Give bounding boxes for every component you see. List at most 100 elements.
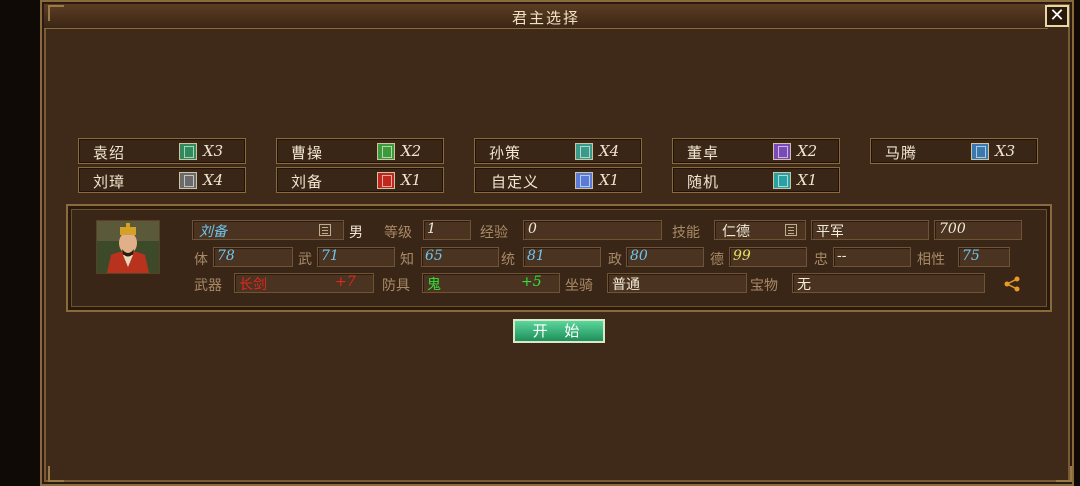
- weapon-field[interactable]: 长剑 +7: [234, 273, 374, 293]
- level-field: 1: [423, 220, 471, 240]
- banner-icon: [377, 172, 395, 189]
- stat-label: 知: [400, 252, 414, 268]
- banner-icon: [179, 172, 197, 189]
- list-icon[interactable]: [785, 224, 797, 236]
- banner-icon: [179, 143, 197, 160]
- lord-button[interactable]: 随机 X1: [672, 167, 840, 193]
- lord-button[interactable]: 董卓 X2: [672, 138, 840, 164]
- mount-value: 普通: [612, 277, 640, 293]
- stat-field: 65: [421, 247, 499, 267]
- lord-button[interactable]: 曹操 X2: [276, 138, 444, 164]
- stat-label: 武: [298, 252, 312, 268]
- window-title: 君主选择: [511, 9, 580, 27]
- lord-name: 董卓: [687, 144, 720, 162]
- stat-value: 65: [425, 248, 443, 264]
- armor-label: 防具: [382, 278, 410, 294]
- share-icon[interactable]: [1003, 276, 1021, 292]
- corner-ornament: [48, 5, 64, 21]
- troop-value: 700: [939, 221, 966, 237]
- level-label: 等级: [384, 225, 412, 241]
- lord-name: 自定义: [491, 173, 540, 191]
- armor-bonus: +5: [521, 274, 542, 290]
- stat-label: 统: [501, 252, 515, 268]
- lord-count: X1: [401, 171, 422, 189]
- lord-count: X1: [797, 171, 818, 189]
- level-value: 1: [427, 221, 436, 237]
- stat-label: 德: [710, 252, 724, 268]
- right-edge: [1074, 0, 1080, 486]
- banner-icon: [575, 172, 593, 189]
- mount-field[interactable]: 普通: [607, 273, 747, 293]
- lord-button[interactable]: 刘璋 X4: [78, 167, 246, 193]
- lord-count: X1: [599, 171, 620, 189]
- lord-count: X3: [203, 142, 224, 160]
- stat-field: 71: [317, 247, 395, 267]
- stat-field: 99: [729, 247, 807, 267]
- lord-name: 随机: [687, 173, 720, 191]
- lord-name: 刘备: [291, 173, 324, 191]
- stat-value: 71: [321, 248, 339, 264]
- weapon-value: 长剑: [239, 277, 267, 293]
- general-name: 刘备: [199, 224, 227, 240]
- banner-icon: [575, 143, 593, 160]
- stat-value: 75: [962, 248, 980, 264]
- exp-field: 0: [523, 220, 662, 240]
- lord-name: 孙策: [489, 144, 522, 162]
- mount-label: 坐骑: [565, 278, 593, 294]
- close-button[interactable]: ✕: [1045, 5, 1069, 27]
- banner-icon: [773, 172, 791, 189]
- general-portrait: [96, 220, 160, 274]
- lord-count: X4: [203, 171, 224, 189]
- stat-field: 78: [213, 247, 293, 267]
- lord-button[interactable]: 自定义 X1: [474, 167, 642, 193]
- banner-icon: [773, 143, 791, 160]
- exp-value: 0: [528, 221, 537, 237]
- corner-ornament: [1056, 466, 1072, 482]
- left-edge: [0, 0, 40, 486]
- troop-type: 平军: [816, 224, 844, 240]
- treasure-value: 无: [797, 277, 811, 293]
- lord-count: X3: [995, 142, 1016, 160]
- treasure-field[interactable]: 无: [792, 273, 985, 293]
- weapon-bonus: +7: [335, 274, 356, 290]
- lord-count: X4: [599, 142, 620, 160]
- stat-label: 政: [608, 252, 622, 268]
- lord-count: X2: [797, 142, 818, 160]
- banner-icon: [971, 143, 989, 160]
- skill-field[interactable]: 仁德: [714, 220, 806, 240]
- troop-field: 平军: [811, 220, 929, 240]
- exp-label: 经验: [480, 225, 508, 241]
- lord-count: X2: [401, 142, 422, 160]
- start-button[interactable]: 开 始: [513, 319, 605, 343]
- troop-value-field: 700: [934, 220, 1022, 240]
- skill-value: 仁德: [722, 224, 750, 240]
- stat-field: 75: [958, 247, 1010, 267]
- stat-field: 81: [523, 247, 601, 267]
- stat-label: 忠: [814, 252, 828, 268]
- stat-field: 80: [626, 247, 704, 267]
- lord-name: 马腾: [885, 144, 918, 162]
- list-icon[interactable]: [319, 224, 331, 236]
- armor-value: 鬼: [427, 277, 441, 293]
- lord-button[interactable]: 袁绍 X3: [78, 138, 246, 164]
- stat-value: --: [837, 248, 847, 264]
- armor-field[interactable]: 鬼 +5: [422, 273, 560, 293]
- lord-name: 曹操: [291, 144, 324, 162]
- lord-name: 刘璋: [93, 173, 126, 191]
- treasure-label: 宝物: [750, 278, 778, 294]
- stat-label: 相性: [917, 252, 945, 268]
- lord-button[interactable]: 马腾 X3: [870, 138, 1038, 164]
- lord-button[interactable]: 孙策 X4: [474, 138, 642, 164]
- skill-label: 技能: [672, 225, 700, 241]
- lord-button[interactable]: 刘备 X1: [276, 167, 444, 193]
- stat-field: --: [833, 247, 911, 267]
- stat-value: 78: [217, 248, 235, 264]
- stat-value: 80: [630, 248, 648, 264]
- window-titlebar: 君主选择: [44, 4, 1048, 29]
- stat-label: 体: [194, 252, 208, 268]
- corner-ornament: [48, 466, 64, 482]
- general-name-field[interactable]: 刘备: [192, 220, 344, 240]
- banner-icon: [377, 143, 395, 160]
- stat-value: 99: [733, 248, 751, 264]
- weapon-label: 武器: [194, 278, 222, 294]
